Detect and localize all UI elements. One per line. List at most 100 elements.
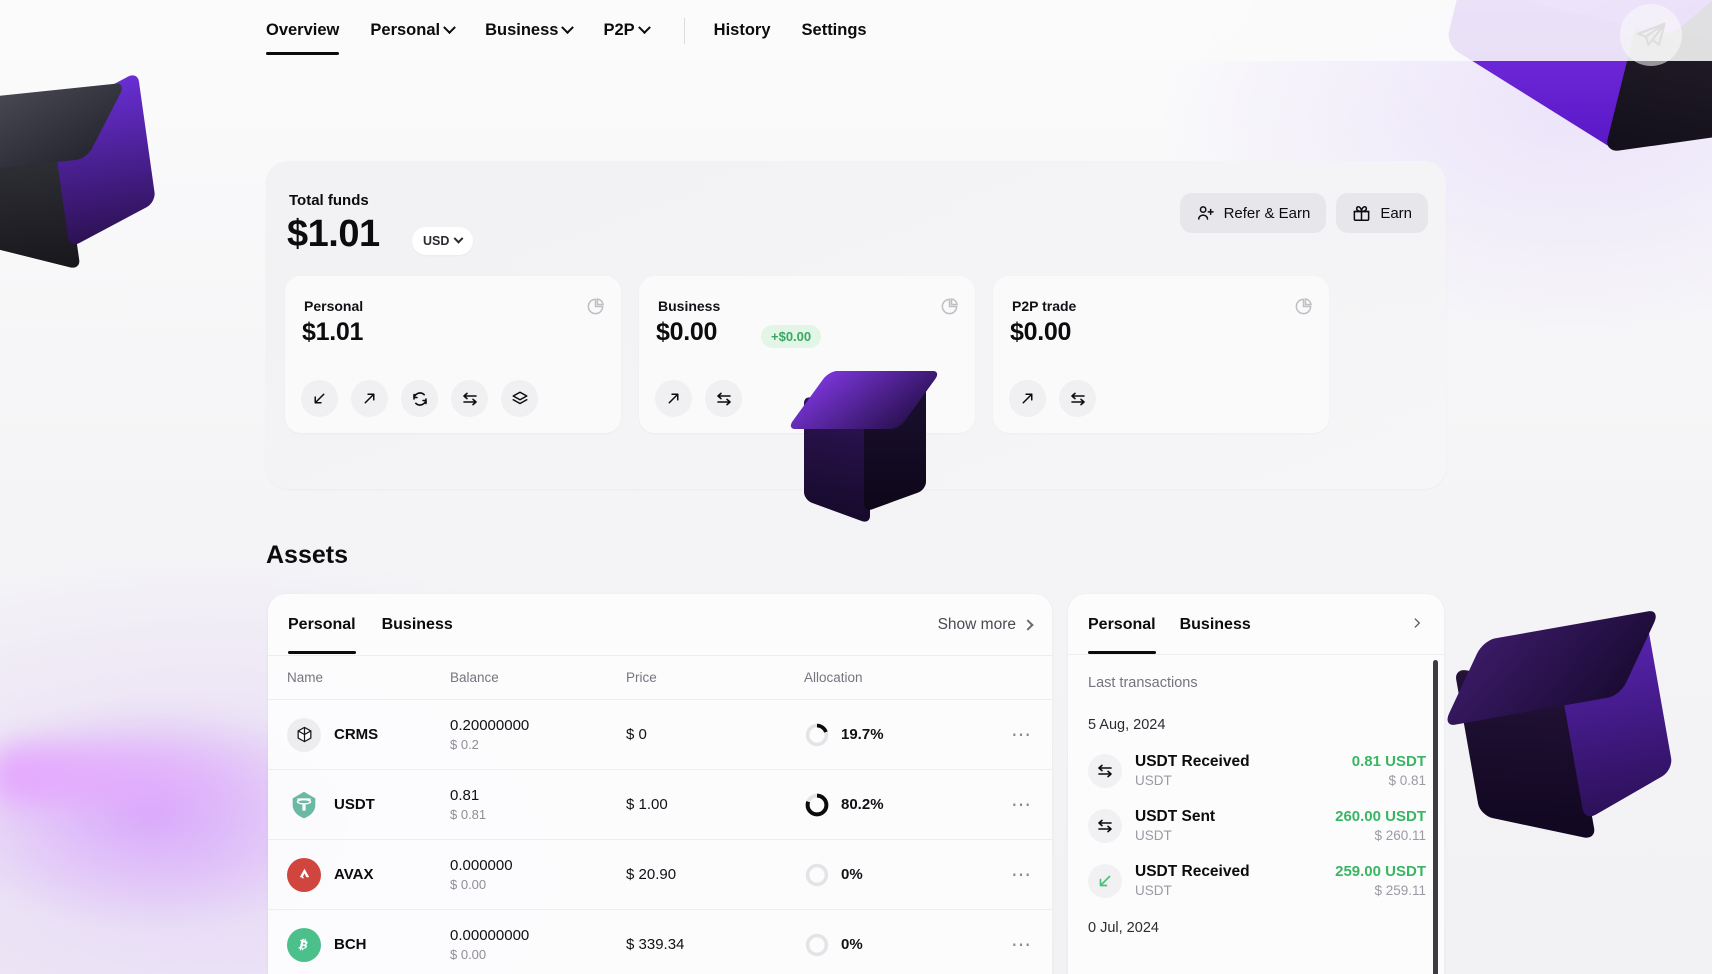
transactions-expand-button[interactable]	[1410, 616, 1424, 635]
balance-card-title: Business	[658, 298, 721, 314]
transactions-body: Last transactions 5 Aug, 2024 USDT Recei…	[1068, 655, 1444, 936]
allocation-donut-icon	[805, 863, 829, 886]
table-row[interactable]: BCH 0.00000000 $ 0.00 $ 339.34 0% ⋯	[268, 909, 1052, 974]
funds-header-buttons: Refer & Earn Earn	[1179, 193, 1428, 233]
transfer-button[interactable]	[1059, 380, 1096, 417]
tab-assets-business[interactable]: Business	[382, 616, 453, 654]
bitcoin-cash-icon	[298, 937, 308, 950]
nav-item-overview[interactable]: Overview	[266, 0, 340, 61]
balance-card-p2p[interactable]: P2P trade $0.00	[993, 276, 1329, 433]
assets-card: Personal Business Show more Name Balance…	[268, 594, 1052, 974]
stack-button[interactable]	[501, 380, 538, 417]
column-header-name: Name	[287, 670, 324, 685]
table-row[interactable]: USDT 0.81 $ 0.81 $ 1.00 80.2% ⋯	[268, 769, 1052, 839]
asset-balance-usd: $ 0.00	[450, 947, 487, 962]
nav-item-settings[interactable]: Settings	[802, 0, 867, 61]
withdraw-button[interactable]	[1009, 380, 1046, 417]
balance-card-amount: $0.00	[656, 318, 718, 346]
deposit-button[interactable]	[301, 380, 338, 417]
asset-symbol: AVAX	[334, 866, 374, 883]
pie-chart-icon[interactable]	[586, 297, 605, 316]
usdt-coin-icon	[287, 788, 321, 822]
top-navigation: Overview Personal Business P2P History S…	[0, 0, 1712, 61]
transaction-subtitle: USDT	[1135, 883, 1172, 898]
asset-balance-usd: $ 0.81	[450, 807, 487, 822]
balance-card-actions	[1009, 380, 1096, 417]
nav-item-personal[interactable]: Personal	[370, 0, 456, 61]
nav-item-history[interactable]: History	[714, 0, 771, 61]
table-row[interactable]: AVAX 0.000000 $ 0.00 $ 20.90 0% ⋯	[268, 839, 1052, 909]
chevron-down-icon	[637, 21, 651, 35]
balance-card-badge: +$0.00	[761, 325, 822, 348]
earn-button[interactable]: Earn	[1336, 193, 1428, 233]
column-header-allocation: Allocation	[804, 670, 863, 685]
cube-icon	[297, 726, 311, 743]
allocation-donut-icon	[805, 723, 829, 746]
nav-label: P2P	[603, 21, 635, 39]
list-item[interactable]: USDT Received USDT 259.00 USDT $ 259.11	[1088, 863, 1426, 898]
tab-label: Business	[381, 616, 453, 633]
asset-name-cell: AVAX	[268, 857, 450, 892]
arrow-down-left-icon	[314, 393, 325, 404]
list-item[interactable]: USDT Received USDT 0.81 USDT $ 0.81	[1088, 753, 1426, 788]
asset-price: $ 20.90	[626, 866, 677, 883]
transactions-scrollbar[interactable]	[1433, 660, 1438, 974]
transaction-amount: 260.00 USDT	[1335, 808, 1426, 825]
balance-card-actions	[301, 380, 538, 417]
row-menu-button[interactable]: ⋯	[984, 932, 1052, 957]
nav-item-business[interactable]: Business	[485, 0, 575, 61]
refer-and-earn-button[interactable]: Refer & Earn	[1179, 193, 1327, 233]
balance-card-business[interactable]: Business $0.00 +$0.00	[639, 276, 975, 433]
column-header-price: Price	[626, 670, 657, 685]
list-item[interactable]: USDT Sent USDT 260.00 USDT $ 260.11	[1088, 808, 1426, 843]
asset-price: $ 0	[626, 726, 647, 743]
page-content: Total funds $1.01 USD Refer & Earn Earn …	[0, 4, 1712, 974]
pie-chart-icon[interactable]	[940, 297, 959, 316]
transaction-info: USDT Received USDT	[1135, 753, 1352, 788]
transaction-info: USDT Sent USDT	[1135, 808, 1335, 843]
pie-chart-icon[interactable]	[1294, 297, 1313, 316]
arrow-up-right-icon	[668, 393, 679, 404]
table-row[interactable]: CRMS 0.20000000 $ 0.2 $ 0 19.7% ⋯	[268, 699, 1052, 769]
assets-heading: Assets	[266, 541, 348, 569]
transfer-button[interactable]	[705, 380, 742, 417]
transfer-icon	[1070, 392, 1085, 405]
nav-label: Settings	[801, 21, 867, 39]
asset-balance: 0.20000000	[450, 717, 530, 734]
withdraw-button[interactable]	[655, 380, 692, 417]
row-menu-button[interactable]: ⋯	[984, 862, 1052, 887]
asset-balance-cell: 0.00000000 $ 0.00	[450, 927, 626, 962]
balance-card-personal[interactable]: Personal $1.01	[285, 276, 621, 433]
withdraw-button[interactable]	[351, 380, 388, 417]
tab-transactions-personal[interactable]: Personal	[1088, 616, 1156, 654]
asset-name-cell: BCH	[268, 927, 450, 962]
exchange-button[interactable]	[401, 380, 438, 417]
transaction-title: USDT Received	[1135, 753, 1250, 770]
nav-item-p2p[interactable]: P2P	[603, 0, 651, 61]
transaction-icon-wrap	[1088, 808, 1122, 843]
total-funds-amount: $1.01	[287, 213, 380, 255]
balance-card-title: P2P trade	[1012, 298, 1077, 314]
row-menu-button[interactable]: ⋯	[984, 722, 1052, 747]
chevron-down-icon	[453, 233, 464, 244]
asset-symbol: CRMS	[334, 726, 379, 743]
transfer-icon	[716, 392, 731, 405]
asset-symbol: BCH	[334, 936, 367, 953]
tab-label: Personal	[1088, 616, 1156, 633]
balance-card-amount: $0.00	[1010, 318, 1072, 346]
asset-allocation: 0%	[841, 936, 863, 953]
exchange-icon	[412, 391, 427, 406]
app-root: Overview Personal Business P2P History S…	[0, 0, 1712, 974]
balance-cards: Personal $1.01 Business $0.00 +$0.00 P2P…	[285, 276, 1329, 433]
row-menu-button[interactable]: ⋯	[984, 792, 1052, 817]
show-more-button[interactable]: Show more	[938, 616, 1034, 634]
asset-name-cell: CRMS	[268, 717, 450, 752]
tab-assets-personal[interactable]: Personal	[288, 616, 356, 654]
assets-table-header: Name Balance Price Allocation	[268, 655, 1052, 699]
asset-price: $ 1.00	[626, 796, 668, 813]
transfer-button[interactable]	[451, 380, 488, 417]
tab-transactions-business[interactable]: Business	[1180, 616, 1251, 654]
currency-selector[interactable]: USD	[412, 227, 474, 255]
user-plus-icon	[1197, 205, 1214, 220]
gift-icon	[1353, 205, 1370, 221]
